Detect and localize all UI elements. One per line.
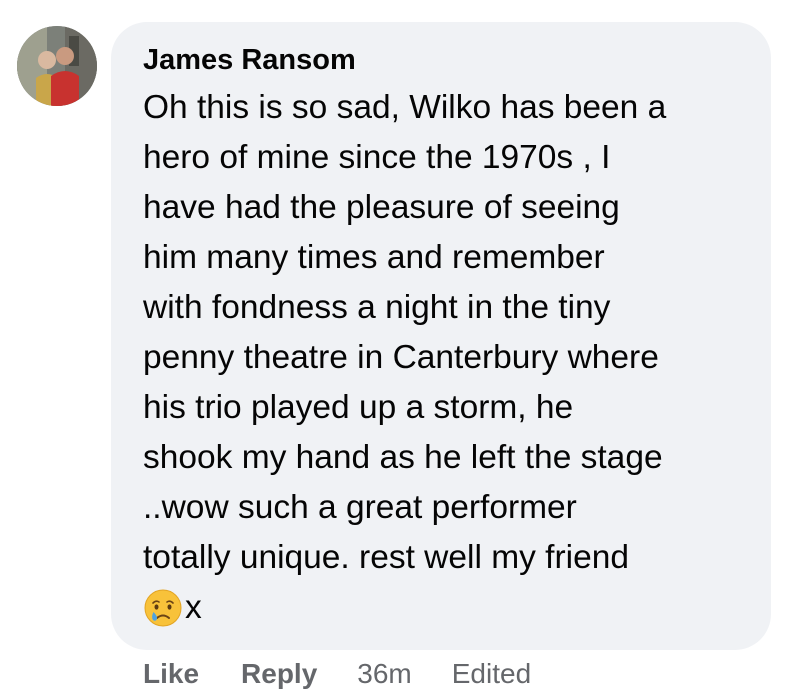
like-button[interactable]: Like [143, 658, 199, 690]
comment-actions: Like Reply 36m Edited [143, 654, 531, 694]
reply-button[interactable]: Reply [241, 658, 317, 690]
comment-line: hero of mine since the 1970s , I [143, 139, 611, 176]
comment-line: shook my hand as he left the stage [143, 439, 663, 476]
comment-author-name[interactable]: James Ransom [143, 44, 356, 77]
author-avatar[interactable] [17, 26, 97, 106]
comment-line: ..wow such a great performer [143, 489, 577, 526]
crying-face-emoji-icon [143, 588, 183, 628]
comment-line: with fondness a night in the tiny [143, 289, 611, 326]
comment-body: Oh this is so sad, Wilko has been a hero… [143, 83, 755, 633]
comment-line: have had the pleasure of seeing [143, 189, 620, 226]
comment-line: his trio played up a storm, he [143, 389, 574, 426]
avatar-photo [17, 26, 97, 106]
comment-line: Oh this is so sad, Wilko has been a [143, 89, 667, 126]
comment-line: him many times and remember [143, 239, 605, 276]
comment-line: totally unique. rest well my friend [143, 539, 629, 576]
edited-label[interactable]: Edited [452, 658, 531, 690]
comment-suffix: x [185, 589, 202, 626]
comment-timestamp[interactable]: 36m [357, 658, 411, 690]
comment-line-end: x [143, 583, 755, 633]
comment-line: penny theatre in Canterbury where [143, 339, 659, 376]
